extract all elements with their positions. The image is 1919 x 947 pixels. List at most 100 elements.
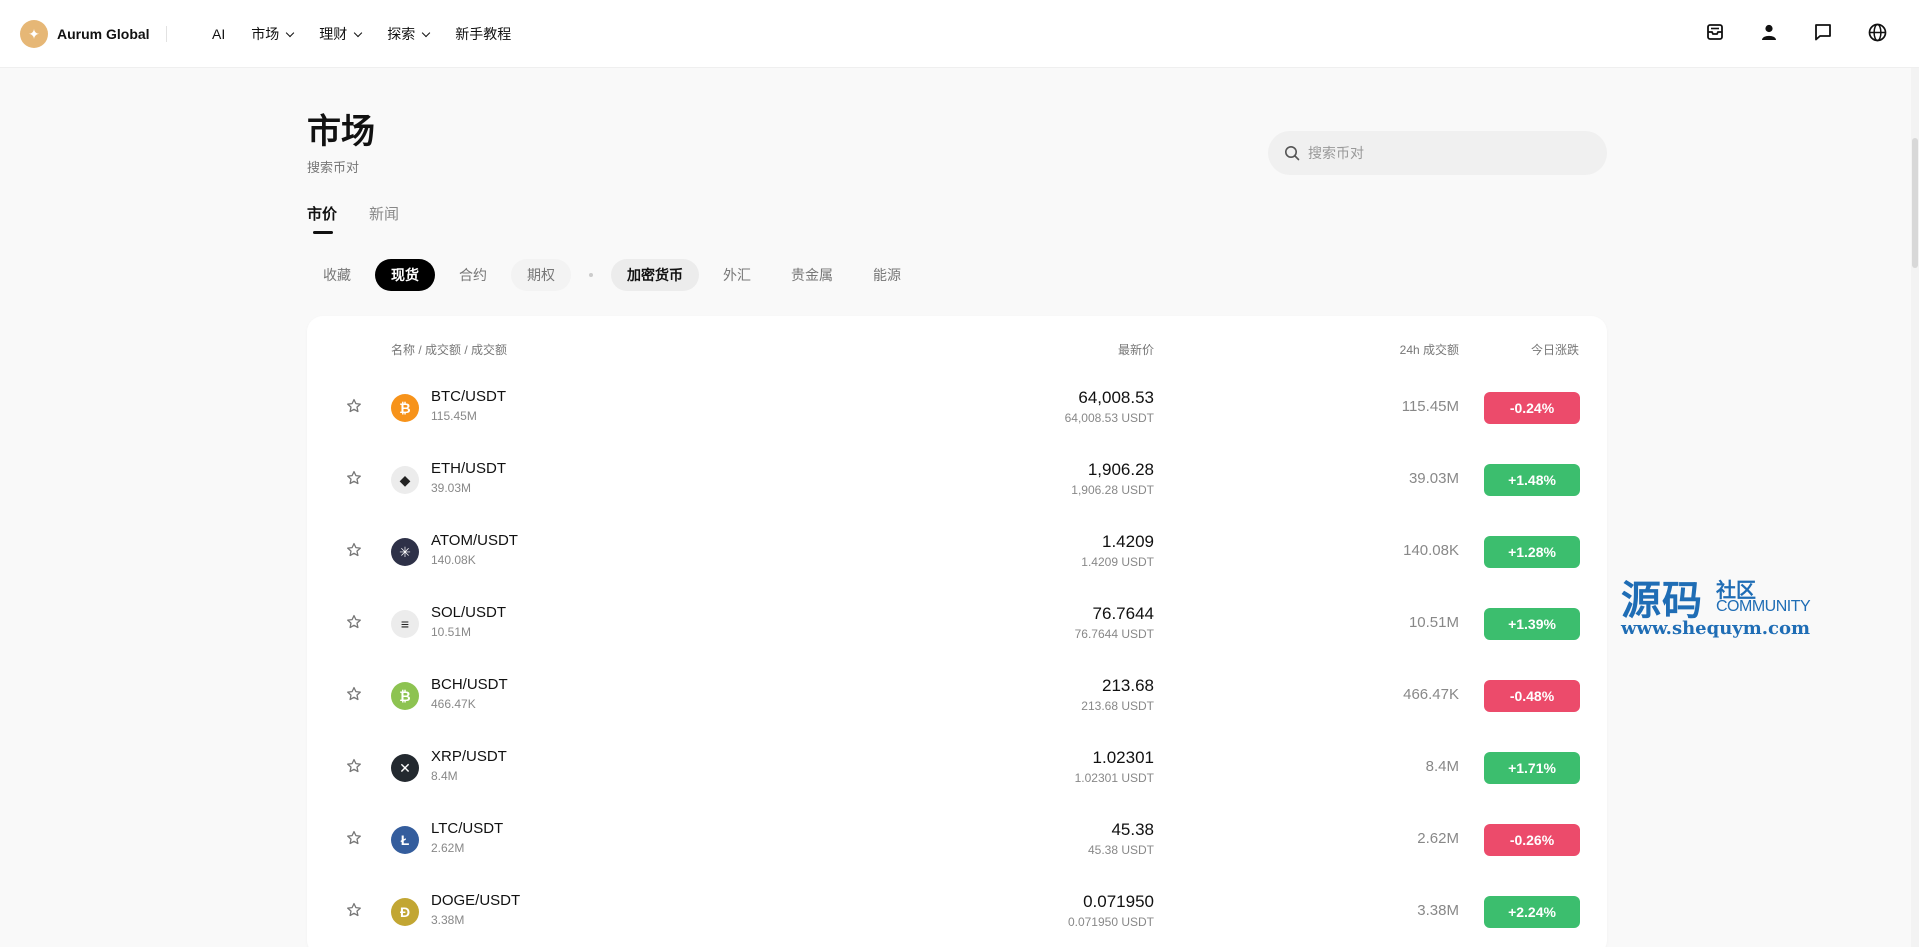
table-row[interactable]: ≡ SOL/USDT 10.51M 76.7644 76.7644 USDT 10.51M… [307,588,1607,660]
nav-item-ai[interactable]: AI [212,24,225,44]
table-row[interactable]: ✳ ATOM/USDT 140.08K 1.4209 1.4209 USDT 140.08… [307,516,1607,588]
change-badge: -0.26% [1484,824,1580,856]
market-table: 名称 / 成交额 / 成交额 最新价 24h 成交额 今日涨跌 ₿ BTC/USD… [307,316,1607,947]
volume-24h: 8.4M [1425,758,1459,775]
change-badge: -0.48% [1484,680,1580,712]
last-price: 0.071950 [1083,892,1154,911]
pair-name[interactable]: ATOM/USDT [431,532,518,549]
table-row[interactable]: ◆ ETH/USDT 39.03M 1,906.28 1,906.28 USDT 39.0… [307,444,1607,516]
filter-precious-metals[interactable]: 贵金属 [775,259,849,291]
nav-item-explore[interactable]: 探索 [387,24,431,44]
last-price-usdt: 76.7644 USDT [1074,627,1154,641]
ethereum-icon: ◆ [391,466,419,494]
watermark-community-text: COMMUNITY [1716,598,1811,615]
favorite-star-icon[interactable] [346,830,362,846]
table-row[interactable]: Ł LTC/USDT 2.62M 45.38 45.38 USDT 2.62M -0.26% [307,804,1607,876]
table-header: 名称 / 成交额 / 成交额 最新价 24h 成交额 今日涨跌 [307,341,1607,361]
favorite-star-icon[interactable] [346,470,362,486]
filter-futures[interactable]: 合约 [443,259,503,291]
pair-volume: 39.03M [431,481,472,495]
search-input[interactable] [1308,145,1588,161]
favorite-star-icon[interactable] [346,758,362,774]
search-box[interactable] [1268,131,1607,175]
chevron-down-icon [353,28,363,37]
pair-name[interactable]: XRP/USDT [431,748,507,765]
dogecoin-icon: Ð [391,898,419,926]
search-icon [1285,146,1300,161]
watermark: 源码 社区 COMMUNITY www.shequym.com [1621,568,1821,640]
change-badge: +1.71% [1484,752,1580,784]
filter-crypto[interactable]: 加密货币 [611,259,699,291]
last-price: 1.4209 [1102,532,1154,551]
last-price-usdt: 45.38 USDT [1087,843,1154,857]
filter-spot[interactable]: 现货 [375,259,435,291]
change-badge: +2.24% [1484,896,1580,928]
pair-name[interactable]: SOL/USDT [431,604,506,621]
filter-divider [589,273,593,277]
inbox-icon[interactable] [1703,20,1727,44]
table-row[interactable]: Ð DOGE/USDT 3.38M 0.071950 0.071950 USDT 3.38… [307,876,1607,947]
pair-volume: 2.62M [431,841,465,855]
filter-forex[interactable]: 外汇 [707,259,767,291]
page-title: 市场 [307,113,375,151]
last-price: 64,008.53 [1078,388,1154,407]
change-badge: +1.28% [1484,536,1580,568]
last-price-usdt: 1,906.28 USDT [1071,483,1154,497]
last-price-usdt: 1.02301 USDT [1074,771,1154,785]
favorite-star-icon[interactable] [346,902,362,918]
last-price: 213.68 [1102,676,1154,695]
nav-item-tutorial[interactable]: 新手教程 [455,24,511,44]
table-row[interactable]: ₿ BCH/USDT 466.47K 213.68 213.68 USDT 466.47K… [307,660,1607,732]
watermark-url: www.shequym.com [1621,618,1811,639]
brand[interactable]: ✦ Aurum Global [20,20,150,48]
pair-name[interactable]: BTC/USDT [431,388,506,405]
last-price-usdt: 213.68 USDT [1081,699,1154,713]
pair-name[interactable]: DOGE/USDT [431,892,520,909]
favorite-star-icon[interactable] [346,614,362,630]
tab-news[interactable]: 新闻 [369,203,399,234]
chevron-down-icon [421,28,431,37]
globe-icon[interactable] [1865,20,1889,44]
change-badge: +1.39% [1484,608,1580,640]
change-badge: +1.48% [1484,464,1580,496]
last-price: 1.02301 [1092,748,1154,767]
column-header-volume: 24h 成交额 [1399,343,1459,357]
nav-item-label: AI [212,26,226,42]
table-row[interactable]: ✕ XRP/USDT 8.4M 1.02301 1.02301 USDT 8.4M +1.7… [307,732,1607,804]
pair-volume: 115.45M [431,409,477,423]
tab-market-price[interactable]: 市价 [307,203,337,234]
pair-name[interactable]: LTC/USDT [431,820,503,837]
bitcoin-cash-icon: ₿ [391,682,419,710]
litecoin-icon: Ł [391,826,419,854]
nav-item-label: 理财 [319,26,348,42]
nav-item-label: 市场 [251,26,280,42]
volume-24h: 466.47K [1403,686,1459,703]
nav-item-finance[interactable]: 理财 [319,24,363,44]
pair-name[interactable]: BCH/USDT [431,676,508,693]
pair-name[interactable]: ETH/USDT [431,460,506,477]
last-price-usdt: 64,008.53 USDT [1064,411,1154,425]
scrollbar-thumb[interactable] [1912,138,1918,268]
column-header-name: 名称 / 成交额 / 成交额 [391,343,508,357]
volume-24h: 115.45M [1401,398,1459,415]
column-header-price: 最新价 [1117,343,1154,357]
column-header-change: 今日涨跌 [1530,343,1579,357]
filter-energy[interactable]: 能源 [857,259,917,291]
filter-options[interactable]: 期权 [511,259,571,291]
favorite-star-icon[interactable] [346,542,362,558]
nav-item-label: 新手教程 [455,26,512,42]
nav-item-market[interactable]: 市场 [251,24,295,44]
filter-favorites[interactable]: 收藏 [307,259,367,291]
favorite-star-icon[interactable] [346,686,362,702]
brand-name: Aurum Global [57,26,150,42]
volume-24h: 3.38M [1417,902,1459,919]
header-actions [1703,20,1889,44]
top-navbar: ✦ Aurum Global AI 市场 理财 探索 新手教程 [0,0,1919,68]
favorite-star-icon[interactable] [346,398,362,414]
volume-24h: 10.51M [1408,614,1459,631]
chat-icon[interactable] [1811,20,1835,44]
user-icon[interactable] [1757,20,1781,44]
page-scrollbar[interactable] [1911,68,1919,947]
table-row[interactable]: ₿ BTC/USDT 115.45M 64,008.53 64,008.53 USDT 1… [307,372,1607,444]
brand-logo-icon: ✦ [20,20,48,48]
